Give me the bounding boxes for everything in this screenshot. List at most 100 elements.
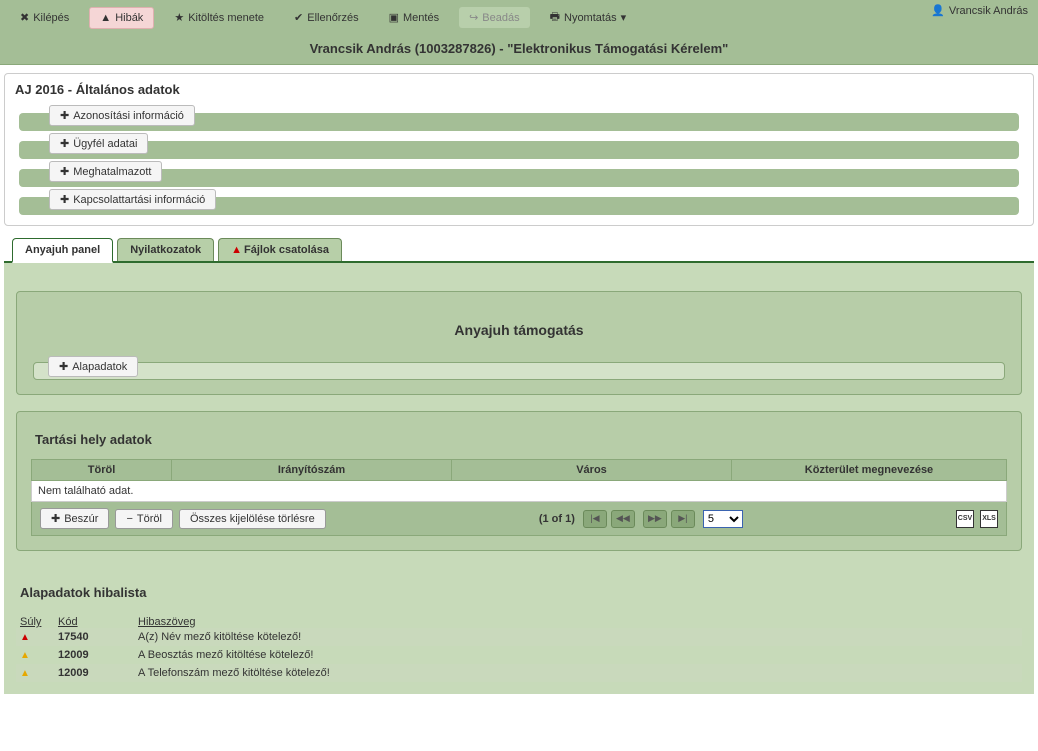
errlist-col-suly[interactable]: Súly [20, 616, 58, 628]
delete-label: Töröl [137, 513, 162, 525]
tab-anyajuh-label: Anyajuh panel [25, 244, 100, 256]
fill-process-button[interactable]: ★ Kitöltés menete [164, 7, 274, 28]
err-code: 12009 [58, 667, 138, 679]
col-varos[interactable]: Város [452, 460, 732, 481]
section-proxy-bar: ✚ Meghatalmazott [19, 169, 1019, 187]
save-button[interactable]: ▣ Mentés [379, 7, 449, 28]
client-data-label: Ügyfél adatai [73, 138, 137, 150]
user-icon: 👤 [931, 4, 945, 17]
col-kozterulet[interactable]: Közterület megnevezése [732, 460, 1007, 481]
tab-fajlok[interactable]: ▲Fájlok csatolása [218, 238, 342, 261]
errlist-col-kod[interactable]: Kód [58, 616, 138, 628]
check-label: Ellenőrzés [307, 12, 358, 24]
errors-button[interactable]: ▲ Hibák [89, 7, 154, 29]
tab-content: Anyajuh támogatás ✚ Alapadatok Tartási h… [4, 263, 1034, 694]
plus-icon: ✚ [60, 165, 69, 178]
errlist-header: Súly Kód Hibaszöveg [16, 616, 1022, 628]
severity-icon: ▲ [20, 667, 58, 679]
plus-icon: ✚ [60, 137, 69, 150]
general-data-title: AJ 2016 - Általános adatok [5, 74, 1033, 105]
support-title: Anyajuh támogatás [31, 312, 1007, 362]
col-torol[interactable]: Töröl [32, 460, 172, 481]
err-msg: A Telefonszám mező kitöltése kötelező! [138, 667, 1018, 679]
delete-button[interactable]: − Töröl [115, 509, 173, 529]
check-icon: ✔ [294, 11, 303, 24]
save-icon: ▣ [389, 11, 399, 24]
tabs: Anyajuh panel Nyilatkozatok ▲Fájlok csat… [4, 238, 1034, 263]
close-icon: ✖ [20, 11, 29, 24]
err-code: 17540 [58, 631, 138, 643]
check-button[interactable]: ✔ Ellenőrzés [284, 7, 369, 28]
export-xls-button[interactable]: XLS [980, 510, 998, 528]
severity-icon: ▲ [20, 631, 58, 643]
errlist-col-msg[interactable]: Hibaszöveg [138, 616, 1018, 628]
save-label: Mentés [403, 12, 439, 24]
paginator: (1 of 1) |◀ ◀◀ ▶▶ ▶| 5 [539, 510, 743, 528]
err-code: 12009 [58, 649, 138, 661]
page-first-button[interactable]: |◀ [583, 510, 607, 528]
locations-table: Töröl Irányítószám Város Közterület megn… [31, 459, 1007, 502]
expand-client-data-button[interactable]: ✚ Ügyfél adatai [49, 133, 148, 154]
errlist-row: ▲ 12009 A Beosztás mező kitöltése kötele… [16, 646, 1022, 664]
print-button[interactable]: 🖶 Nyomtatás ▾ [540, 4, 637, 31]
warning-icon: ▲ [231, 244, 242, 256]
insert-button[interactable]: ✚ Beszúr [40, 508, 109, 529]
err-msg: A Beosztás mező kitöltése kötelező! [138, 649, 1018, 661]
exit-label: Kilépés [33, 12, 69, 24]
exit-button[interactable]: ✖ Kilépés [10, 7, 79, 28]
grid-footer: ✚ Beszúr − Töröl Összes kijelölése törlé… [31, 502, 1007, 536]
star-icon: ★ [174, 11, 184, 24]
support-panel: Anyajuh támogatás ✚ Alapadatok [16, 291, 1022, 395]
fill-process-label: Kitöltés menete [188, 12, 264, 24]
grid-section-title: Tartási hely adatok [31, 432, 1007, 459]
errors-label: Hibák [115, 12, 143, 24]
section-id-info-bar: ✚ Azonosítási információ [19, 113, 1019, 131]
page-info: (1 of 1) [539, 513, 575, 525]
caret-down-icon: ▾ [621, 11, 627, 24]
page-prev-button[interactable]: ◀◀ [611, 510, 635, 528]
tab-nyilatkozatok-label: Nyilatkozatok [130, 244, 201, 256]
plus-icon: ✚ [60, 193, 69, 206]
topbar: ✖ Kilépés ▲ Hibák ★ Kitöltés menete ✔ El… [0, 0, 1038, 65]
page-nav: |◀ ◀◀ [583, 510, 635, 528]
general-data-panel: AJ 2016 - Általános adatok ✚ Azonosítási… [4, 73, 1034, 226]
plus-icon: ✚ [51, 512, 60, 525]
page-next-button[interactable]: ▶▶ [643, 510, 667, 528]
tab-nyilatkozatok[interactable]: Nyilatkozatok [117, 238, 214, 261]
proxy-label: Meghatalmazott [73, 166, 151, 178]
submit-button: ↪ Beadás [459, 7, 530, 28]
insert-label: Beszúr [64, 513, 98, 525]
section-client-data-bar: ✚ Ügyfél adatai [19, 141, 1019, 159]
errlist-row: ▲ 12009 A Telefonszám mező kitöltése köt… [16, 664, 1022, 682]
section-alapadatok-bar: ✚ Alapadatok [33, 362, 1005, 380]
page-last-button[interactable]: ▶| [671, 510, 695, 528]
id-info-label: Azonosítási információ [73, 110, 184, 122]
grid-panel: Tartási hely adatok Töröl Irányítószám V… [16, 411, 1022, 551]
plus-icon: ✚ [59, 360, 68, 373]
expand-alapadatok-button[interactable]: ✚ Alapadatok [48, 356, 138, 377]
contact-label: Kapcsolattartási információ [73, 194, 205, 206]
user-display[interactable]: 👤 Vrancsik András [931, 4, 1028, 17]
section-contact-bar: ✚ Kapcsolattartási információ [19, 197, 1019, 215]
print-icon: 🖶 [550, 8, 560, 27]
toolbar: ✖ Kilépés ▲ Hibák ★ Kitöltés menete ✔ El… [0, 0, 1038, 35]
severity-icon: ▲ [20, 649, 58, 661]
tab-fajlok-label: Fájlok csatolása [244, 244, 329, 256]
expand-contact-button[interactable]: ✚ Kapcsolattartási információ [49, 189, 216, 210]
tab-anyajuh[interactable]: Anyajuh panel [12, 238, 113, 263]
errlist-row: ▲ 17540 A(z) Név mező kitöltése kötelező… [16, 628, 1022, 646]
plus-icon: ✚ [60, 109, 69, 122]
page-nav-2: ▶▶ ▶| [643, 510, 695, 528]
expand-id-info-button[interactable]: ✚ Azonosítási információ [49, 105, 195, 126]
alapadatok-label: Alapadatok [72, 361, 127, 373]
print-label: Nyomtatás [564, 12, 617, 24]
col-irszam[interactable]: Irányítószám [172, 460, 452, 481]
submit-label: Beadás [482, 12, 519, 24]
warning-icon: ▲ [100, 12, 111, 24]
select-all-delete-button[interactable]: Összes kijelölése törlésre [179, 509, 326, 529]
submit-icon: ↪ [469, 11, 478, 24]
empty-row: Nem található adat. [32, 481, 1007, 502]
export-csv-button[interactable]: CSV [956, 510, 974, 528]
expand-proxy-button[interactable]: ✚ Meghatalmazott [49, 161, 162, 182]
page-size-select[interactable]: 5 [703, 510, 743, 528]
